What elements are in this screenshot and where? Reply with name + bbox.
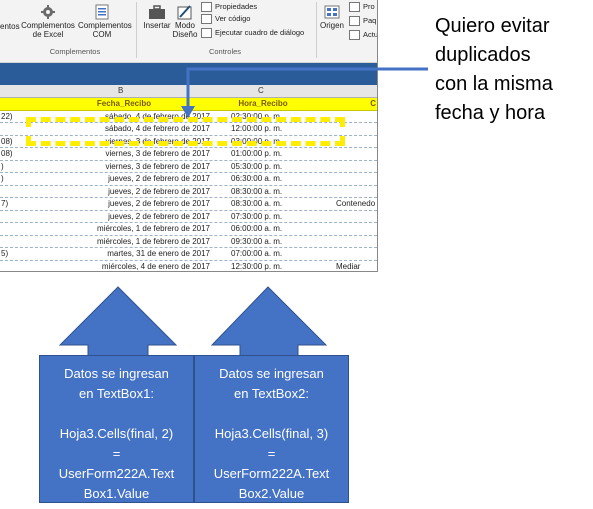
callout-line: duplicados bbox=[435, 44, 531, 66]
callout-line: Quiero evitar bbox=[435, 15, 550, 37]
textbox2-note: Datos se ingresan en TextBox2: Hoja3.Cel… bbox=[194, 355, 349, 503]
textbox1-note: Datos se ingresan en TextBox1: Hoja3.Cel… bbox=[39, 355, 194, 503]
note-line: en TextBox2: bbox=[234, 386, 309, 401]
note-line bbox=[40, 404, 193, 424]
callout-arrowhead bbox=[181, 106, 195, 118]
callout-line: fecha y hora bbox=[435, 102, 546, 124]
note-line: = bbox=[267, 446, 276, 461]
note-line bbox=[195, 404, 348, 424]
up-arrow-right bbox=[210, 286, 328, 357]
up-arrow-left bbox=[58, 286, 178, 357]
note-line: UserForm222A.Text bbox=[213, 466, 330, 481]
note-line: en TextBox1: bbox=[79, 386, 154, 401]
note-line: UserForm222A.Text bbox=[58, 466, 175, 481]
note-line: = bbox=[112, 446, 121, 461]
note-line: Datos se ingresan bbox=[64, 366, 169, 381]
note-line: Box2.Value bbox=[238, 486, 305, 501]
note-line: Datos se ingresan bbox=[219, 366, 324, 381]
callout-text: Quiero evitar duplicados con la misma fe… bbox=[435, 12, 585, 128]
note-line: Hoja3.Cells(final, 3) bbox=[214, 426, 329, 441]
callout-line: con la misma bbox=[435, 73, 553, 95]
note-line: Hoja3.Cells(final, 2) bbox=[59, 426, 174, 441]
callout-arrow bbox=[186, 67, 428, 108]
note-line: Box1.Value bbox=[83, 486, 150, 501]
